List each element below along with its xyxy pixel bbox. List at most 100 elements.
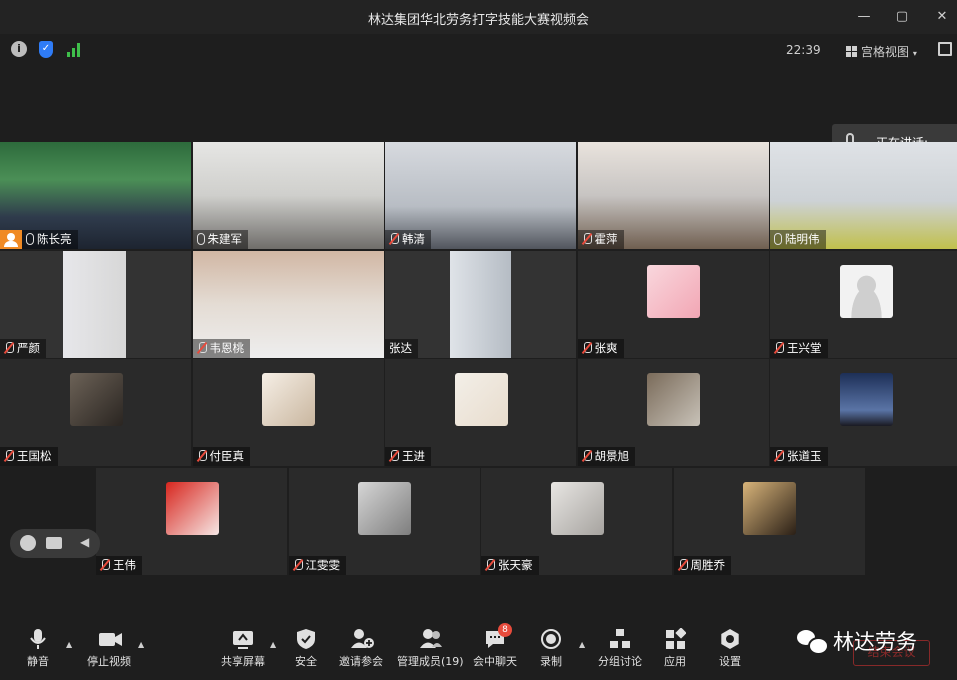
emoji-icon[interactable] xyxy=(20,535,36,551)
participant-tile[interactable]: 韦恩桃 xyxy=(192,250,384,358)
audio-options-chevron-icon[interactable]: ▲ xyxy=(66,640,72,649)
participant-name: 韦恩桃 xyxy=(209,340,245,355)
participant-name-tag: 韩清 xyxy=(385,230,431,249)
share-screen-button[interactable]: 共享屏幕 xyxy=(221,628,265,669)
participant-name: 韩清 xyxy=(402,232,425,246)
avatar xyxy=(743,481,796,535)
members-icon xyxy=(419,628,443,650)
participant-tile[interactable]: 张爽 xyxy=(577,250,769,358)
chat-unread-badge: 8 xyxy=(498,623,512,637)
share-screen-label: 共享屏幕 xyxy=(221,655,265,668)
mic-muted-icon xyxy=(389,233,399,245)
participant-name: 朱建军 xyxy=(207,232,243,246)
avatar xyxy=(262,373,315,426)
view-mode-switch[interactable]: 宫格视图 ▾ xyxy=(846,43,917,60)
participant-tile[interactable]: 王兴堂 xyxy=(770,250,957,358)
mic-muted-icon xyxy=(197,341,207,354)
security-button[interactable]: 安全 xyxy=(295,628,317,669)
manage-members-button[interactable]: 管理成员(19) xyxy=(397,628,464,669)
breakout-label: 分组讨论 xyxy=(598,655,642,668)
participant-name-tag: 张爽 xyxy=(577,338,624,358)
participant-name-tag: 王国松 xyxy=(0,447,58,466)
maximize-icon[interactable]: ▢ xyxy=(893,8,911,26)
participant-tile[interactable]: 朱建军 xyxy=(192,142,384,249)
participant-tile[interactable]: 付臣真 xyxy=(192,359,384,466)
security-label: 安全 xyxy=(295,655,317,668)
video-options-chevron-icon[interactable]: ▲ xyxy=(138,640,144,649)
mic-muted-icon xyxy=(582,233,592,245)
participant-name-tag: 张道玉 xyxy=(770,447,828,466)
minimize-icon[interactable]: — xyxy=(855,8,873,26)
chat-bubble-icon[interactable] xyxy=(46,537,62,549)
invite-label: 邀请参会 xyxy=(339,655,383,668)
participant-name-tag: 王伟 xyxy=(96,555,142,575)
microphone-icon xyxy=(196,233,205,245)
breakout-icon xyxy=(609,628,631,650)
participant-name: 张达 xyxy=(389,340,412,355)
security-shield-icon[interactable]: ✓ xyxy=(39,41,53,58)
avatar xyxy=(358,481,411,535)
participant-name: 付臣真 xyxy=(209,449,245,463)
mic-muted-icon xyxy=(197,450,207,462)
participant-tile[interactable]: 张达 xyxy=(385,250,576,358)
settings-button[interactable]: 设置 xyxy=(719,628,741,669)
avatar xyxy=(647,373,700,426)
mute-label: 静音 xyxy=(27,655,49,668)
mic-muted-icon xyxy=(582,450,592,462)
participant-tile[interactable]: 张天豪 xyxy=(481,467,672,575)
participant-name-tag: 霍萍 xyxy=(577,230,624,249)
participant-name: 陆明伟 xyxy=(785,232,820,246)
chat-button[interactable]: 8 会中聊天 xyxy=(473,623,517,669)
participant-tile[interactable]: 霍萍 xyxy=(577,142,769,249)
participant-tile[interactable]: 韩清 xyxy=(385,142,576,249)
participant-tile[interactable]: 王进 xyxy=(385,359,576,466)
participant-tile[interactable]: 周胜乔 xyxy=(673,467,865,575)
settings-label: 设置 xyxy=(719,655,741,668)
participant-name-tag: 张达 xyxy=(385,338,418,358)
participant-tile[interactable]: 陆明伟 xyxy=(770,142,957,249)
view-mode-label: 宫格视图 xyxy=(861,45,910,59)
mic-muted-icon xyxy=(4,341,14,354)
participant-name: 严颜 xyxy=(17,340,40,355)
participant-name: 王伟 xyxy=(113,557,136,572)
share-options-chevron-icon[interactable]: ▲ xyxy=(270,640,276,649)
grid-icon xyxy=(846,46,857,57)
record-button[interactable]: 录制 xyxy=(540,628,562,669)
manage-members-label: 管理成员(19) xyxy=(397,655,464,668)
participant-name: 张爽 xyxy=(594,340,618,355)
add-user-icon xyxy=(350,628,374,650)
reaction-toolbar: ◀ xyxy=(10,529,100,558)
record-icon xyxy=(540,628,562,650)
close-icon[interactable]: ✕ xyxy=(933,8,951,26)
chevron-down-icon: ▾ xyxy=(912,49,917,58)
participant-name: 张道玉 xyxy=(787,449,822,463)
chat-label: 会中聊天 xyxy=(473,655,517,668)
signal-strength-icon[interactable] xyxy=(67,43,83,57)
record-options-chevron-icon[interactable]: ▲ xyxy=(579,640,585,649)
breakout-button[interactable]: 分组讨论 xyxy=(598,628,642,669)
fullscreen-icon[interactable] xyxy=(938,42,952,56)
participant-tile[interactable]: 江雯雯 xyxy=(288,467,480,575)
chat-icon: 8 xyxy=(484,623,512,650)
participant-name: 王进 xyxy=(402,449,425,463)
invite-button[interactable]: 邀请参会 xyxy=(339,628,383,669)
participant-tile[interactable]: 胡景旭 xyxy=(577,359,769,466)
participant-tile[interactable]: 王伟 xyxy=(96,467,287,575)
stop-video-button[interactable]: 停止视频 xyxy=(87,628,131,669)
participant-name-tag: 陆明伟 xyxy=(770,230,826,249)
participant-name: 陈长亮 xyxy=(37,232,72,246)
meeting-clock: 22:39 xyxy=(786,43,821,57)
avatar xyxy=(165,481,219,535)
participant-tile[interactable]: 严颜 xyxy=(0,250,191,358)
mic-muted-icon xyxy=(293,558,303,571)
participant-tile[interactable]: 陈长亮 xyxy=(0,142,191,249)
apps-button[interactable]: 应用 xyxy=(664,627,687,669)
collapse-left-icon[interactable]: ◀ xyxy=(80,535,89,549)
info-icon[interactable]: i xyxy=(11,41,27,57)
participant-name-tag: 严颜 xyxy=(0,338,46,358)
participant-tile[interactable]: 王国松 xyxy=(0,359,191,466)
mute-button[interactable]: 静音 xyxy=(27,628,49,669)
participant-name: 江雯雯 xyxy=(305,557,341,572)
participant-tile[interactable]: 张道玉 xyxy=(770,359,957,466)
stop-video-label: 停止视频 xyxy=(87,655,131,668)
